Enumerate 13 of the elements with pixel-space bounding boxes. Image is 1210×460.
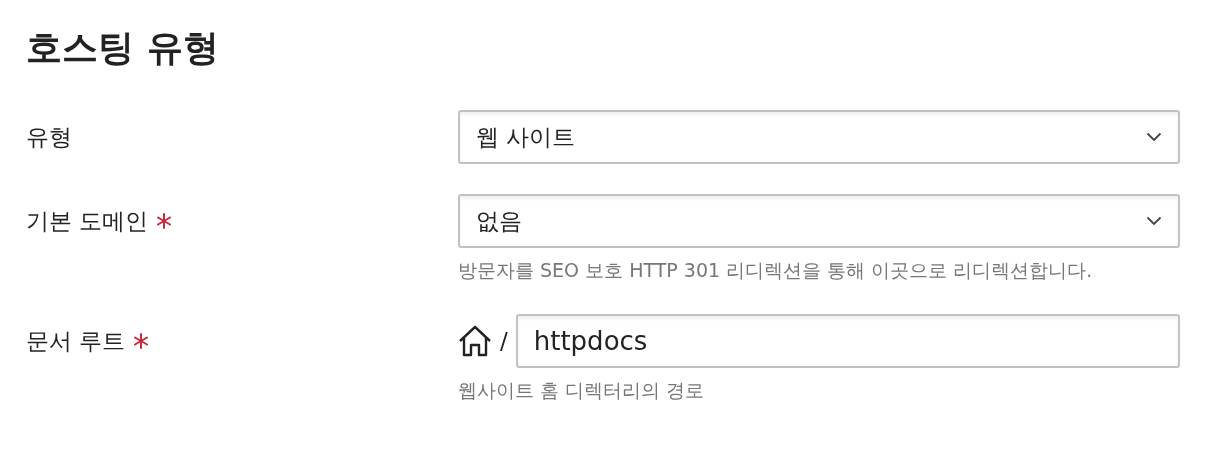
field-label: 기본 도메인 — [26, 206, 149, 236]
field-label: 유형 — [26, 122, 72, 152]
dropdown-select[interactable]: 없음 — [458, 194, 1180, 248]
chevron-down-icon — [1146, 132, 1162, 142]
field-hint: 방문자를 SEO 보호 HTTP 301 리디렉션을 통해 이곳으로 리디렉션합니다. — [458, 258, 1094, 283]
section-title: 호스팅 유형 — [26, 26, 220, 70]
document-root-input[interactable]: httpdocs — [515, 314, 1180, 368]
chevron-down-icon — [1146, 216, 1162, 226]
home-icon — [458, 325, 492, 357]
path-separator: / — [500, 328, 508, 354]
field-label: 문서 루트 — [26, 326, 126, 356]
dropdown-select[interactable]: 웹 사이트 — [458, 110, 1180, 164]
field-hint: 웹사이트 홈 디렉터리의 경로 — [458, 378, 706, 403]
